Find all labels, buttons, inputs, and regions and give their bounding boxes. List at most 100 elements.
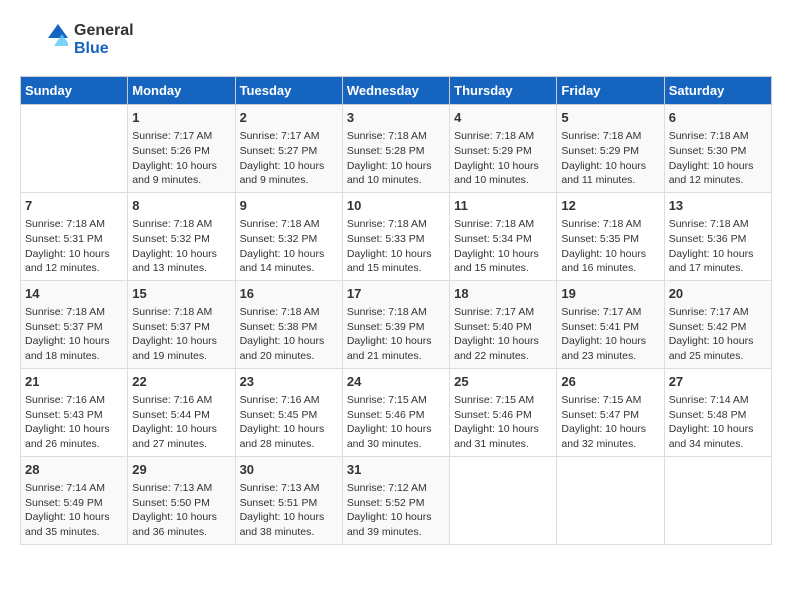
calendar-cell: 6 Sunrise: 7:18 AM Sunset: 5:30 PM Daylig… (664, 105, 771, 193)
day-number: 6 (669, 109, 767, 127)
day-number: 24 (347, 373, 445, 391)
day-number: 12 (561, 197, 659, 215)
day-info: Sunrise: 7:17 AM Sunset: 5:26 PM Dayligh… (132, 129, 230, 188)
calendar-cell: 16Sunrise: 7:18 AM Sunset: 5:38 PM Dayli… (235, 280, 342, 368)
day-info: Sunrise: 7:18 AM Sunset: 5:29 PM Dayligh… (561, 129, 659, 188)
logo-svg (20, 20, 68, 60)
day-info: Sunrise: 7:17 AM Sunset: 5:40 PM Dayligh… (454, 305, 552, 364)
header-monday: Monday (128, 77, 235, 105)
day-info: Sunrise: 7:15 AM Sunset: 5:46 PM Dayligh… (454, 393, 552, 452)
day-number: 22 (132, 373, 230, 391)
calendar-header-row: SundayMondayTuesdayWednesdayThursdayFrid… (21, 77, 772, 105)
day-number: 1 (132, 109, 230, 127)
calendar-cell: 20 Sunrise: 7:17 AM Sunset: 5:42 PM Dayli… (664, 280, 771, 368)
logo-blue-text: Blue (74, 40, 109, 57)
calendar-cell: 13Sunrise: 7:18 AM Sunset: 5:36 PM Dayli… (664, 192, 771, 280)
day-number: 26 (561, 373, 659, 391)
calendar-cell: 14Sunrise: 7:18 AM Sunset: 5:37 PM Dayli… (21, 280, 128, 368)
calendar-cell: 22 Sunrise: 7:16 AM Sunset: 5:44 PM Dayli… (128, 368, 235, 456)
day-number: 11 (454, 197, 552, 215)
day-number: 7 (25, 197, 123, 215)
day-info: Sunrise: 7:18 AM Sunset: 5:35 PM Dayligh… (561, 217, 659, 276)
calendar-cell: 2 Sunrise: 7:17 AM Sunset: 5:27 PM Daylig… (235, 105, 342, 193)
calendar-cell: 26Sunrise: 7:15 AM Sunset: 5:47 PM Dayli… (557, 368, 664, 456)
header-thursday: Thursday (450, 77, 557, 105)
day-info: Sunrise: 7:18 AM Sunset: 5:33 PM Dayligh… (347, 217, 445, 276)
day-info: Sunrise: 7:18 AM Sunset: 5:34 PM Dayligh… (454, 217, 552, 276)
calendar-cell: 11 Sunrise: 7:18 AM Sunset: 5:34 PM Dayli… (450, 192, 557, 280)
day-info: Sunrise: 7:14 AM Sunset: 5:48 PM Dayligh… (669, 393, 767, 452)
day-info: Sunrise: 7:18 AM Sunset: 5:38 PM Dayligh… (240, 305, 338, 364)
calendar-cell: 24 Sunrise: 7:15 AM Sunset: 5:46 PM Dayli… (342, 368, 449, 456)
calendar-cell: 19 Sunrise: 7:17 AM Sunset: 5:41 PM Dayli… (557, 280, 664, 368)
day-number: 23 (240, 373, 338, 391)
day-info: Sunrise: 7:14 AM Sunset: 5:49 PM Dayligh… (25, 481, 123, 540)
day-info: Sunrise: 7:12 AM Sunset: 5:52 PM Dayligh… (347, 481, 445, 540)
day-number: 10 (347, 197, 445, 215)
day-info: Sunrise: 7:17 AM Sunset: 5:41 PM Dayligh… (561, 305, 659, 364)
day-info: Sunrise: 7:13 AM Sunset: 5:50 PM Dayligh… (132, 481, 230, 540)
day-number: 3 (347, 109, 445, 127)
day-number: 27 (669, 373, 767, 391)
calendar-cell (664, 456, 771, 544)
calendar-cell: 10 Sunrise: 7:18 AM Sunset: 5:33 PM Dayli… (342, 192, 449, 280)
day-number: 21 (25, 373, 123, 391)
day-number: 29 (132, 461, 230, 479)
calendar-cell: 12 Sunrise: 7:18 AM Sunset: 5:35 PM Dayli… (557, 192, 664, 280)
day-number: 15 (132, 285, 230, 303)
calendar-cell: 4Sunrise: 7:18 AM Sunset: 5:29 PM Daylig… (450, 105, 557, 193)
day-info: Sunrise: 7:15 AM Sunset: 5:46 PM Dayligh… (347, 393, 445, 452)
calendar-cell: 17 Sunrise: 7:18 AM Sunset: 5:39 PM Dayli… (342, 280, 449, 368)
calendar-cell: 18 Sunrise: 7:17 AM Sunset: 5:40 PM Dayli… (450, 280, 557, 368)
calendar-week-row: 14Sunrise: 7:18 AM Sunset: 5:37 PM Dayli… (21, 280, 772, 368)
day-number: 25 (454, 373, 552, 391)
day-number: 5 (561, 109, 659, 127)
day-info: Sunrise: 7:18 AM Sunset: 5:39 PM Dayligh… (347, 305, 445, 364)
day-number: 30 (240, 461, 338, 479)
day-number: 18 (454, 285, 552, 303)
calendar-cell: 7Sunrise: 7:18 AM Sunset: 5:31 PM Daylig… (21, 192, 128, 280)
calendar-cell: 25 Sunrise: 7:15 AM Sunset: 5:46 PM Dayli… (450, 368, 557, 456)
calendar-cell: 5 Sunrise: 7:18 AM Sunset: 5:29 PM Daylig… (557, 105, 664, 193)
day-info: Sunrise: 7:18 AM Sunset: 5:37 PM Dayligh… (25, 305, 123, 364)
calendar-cell: 1 Sunrise: 7:17 AM Sunset: 5:26 PM Daylig… (128, 105, 235, 193)
calendar-cell: 31 Sunrise: 7:12 AM Sunset: 5:52 PM Dayli… (342, 456, 449, 544)
day-number: 31 (347, 461, 445, 479)
calendar-cell: 28 Sunrise: 7:14 AM Sunset: 5:49 PM Dayli… (21, 456, 128, 544)
day-info: Sunrise: 7:18 AM Sunset: 5:29 PM Dayligh… (454, 129, 552, 188)
day-info: Sunrise: 7:16 AM Sunset: 5:44 PM Dayligh… (132, 393, 230, 452)
calendar-cell: 21 Sunrise: 7:16 AM Sunset: 5:43 PM Dayli… (21, 368, 128, 456)
day-number: 28 (25, 461, 123, 479)
calendar-cell: 3 Sunrise: 7:18 AM Sunset: 5:28 PM Daylig… (342, 105, 449, 193)
calendar-cell: 9Sunrise: 7:18 AM Sunset: 5:32 PM Daylig… (235, 192, 342, 280)
header-friday: Friday (557, 77, 664, 105)
header-saturday: Saturday (664, 77, 771, 105)
calendar-table: SundayMondayTuesdayWednesdayThursdayFrid… (20, 76, 772, 545)
day-number: 20 (669, 285, 767, 303)
day-number: 8 (132, 197, 230, 215)
day-info: Sunrise: 7:17 AM Sunset: 5:42 PM Dayligh… (669, 305, 767, 364)
day-info: Sunrise: 7:18 AM Sunset: 5:30 PM Dayligh… (669, 129, 767, 188)
calendar-cell: 27 Sunrise: 7:14 AM Sunset: 5:48 PM Dayli… (664, 368, 771, 456)
calendar-cell (450, 456, 557, 544)
calendar-cell (557, 456, 664, 544)
day-info: Sunrise: 7:17 AM Sunset: 5:27 PM Dayligh… (240, 129, 338, 188)
day-info: Sunrise: 7:18 AM Sunset: 5:37 PM Dayligh… (132, 305, 230, 364)
logo-general-text: General (74, 22, 134, 39)
page-header: General Blue (20, 20, 772, 60)
day-number: 9 (240, 197, 338, 215)
day-number: 2 (240, 109, 338, 127)
calendar-cell: 15 Sunrise: 7:18 AM Sunset: 5:37 PM Dayli… (128, 280, 235, 368)
calendar-cell: 29 Sunrise: 7:13 AM Sunset: 5:50 PM Dayli… (128, 456, 235, 544)
calendar-cell: 8Sunrise: 7:18 AM Sunset: 5:32 PM Daylig… (128, 192, 235, 280)
day-number: 19 (561, 285, 659, 303)
day-info: Sunrise: 7:18 AM Sunset: 5:28 PM Dayligh… (347, 129, 445, 188)
day-info: Sunrise: 7:16 AM Sunset: 5:45 PM Dayligh… (240, 393, 338, 452)
calendar-cell: 23 Sunrise: 7:16 AM Sunset: 5:45 PM Dayli… (235, 368, 342, 456)
calendar-week-row: 28 Sunrise: 7:14 AM Sunset: 5:49 PM Dayli… (21, 456, 772, 544)
header-wednesday: Wednesday (342, 77, 449, 105)
day-number: 17 (347, 285, 445, 303)
header-tuesday: Tuesday (235, 77, 342, 105)
day-info: Sunrise: 7:16 AM Sunset: 5:43 PM Dayligh… (25, 393, 123, 452)
day-info: Sunrise: 7:18 AM Sunset: 5:36 PM Dayligh… (669, 217, 767, 276)
